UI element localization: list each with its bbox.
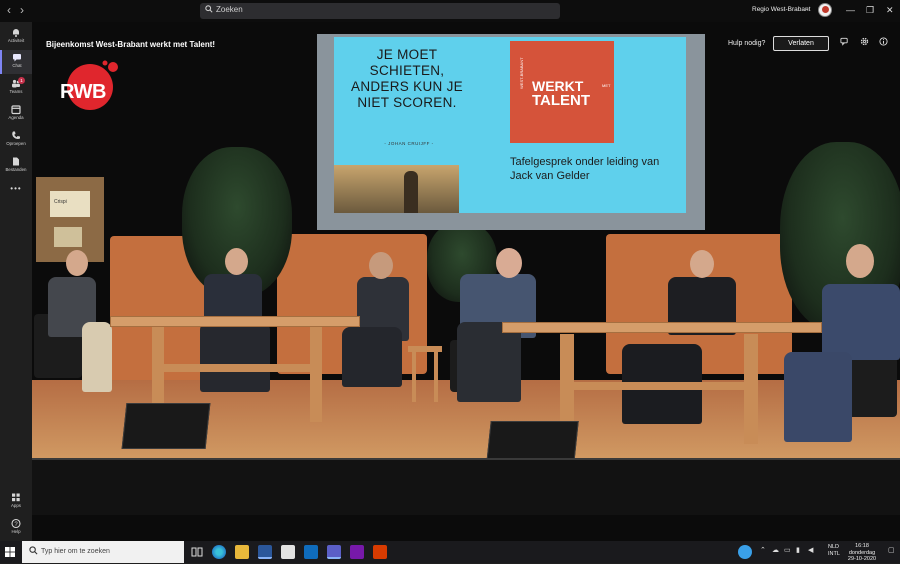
store-icon[interactable]: [281, 545, 295, 559]
gear-icon[interactable]: [860, 37, 869, 46]
info-icon[interactable]: [879, 37, 888, 46]
stage-front: [32, 458, 900, 515]
search-icon: [205, 5, 213, 13]
back-arrow-icon[interactable]: ‹: [7, 3, 11, 17]
rail-label: Chat: [12, 63, 22, 68]
poster-text: Crispi: [54, 199, 67, 205]
search-input[interactable]: Zoeken: [200, 3, 560, 19]
poster: Crispi: [36, 177, 104, 262]
close-button[interactable]: ✕: [886, 5, 894, 15]
brand-small-text: WEST-BRABANT: [519, 57, 524, 89]
slide-author: - JOHAN CRUIJFF -: [384, 141, 434, 146]
brand-line2: TALENT: [532, 92, 591, 109]
slide-quote: JE MOET SCHIETEN, ANDERS KUN JE NIET SCO…: [351, 47, 463, 110]
office-icon[interactable]: [373, 545, 387, 559]
file-explorer-icon[interactable]: [235, 545, 249, 559]
help-icon: ?: [11, 518, 21, 529]
rail-item-help[interactable]: ? Help: [0, 516, 32, 540]
rail-label: Activiteit: [7, 38, 25, 43]
tray-chevron-icon[interactable]: ⌃: [760, 546, 766, 556]
brand-logo: WEST-BRABANT WERKT TALENT MET: [510, 41, 614, 143]
system-clock[interactable]: 16:18 donderdag 29-10-2020: [842, 543, 882, 563]
outlook-icon[interactable]: [304, 545, 318, 559]
notification-center-icon[interactable]: ▢: [888, 546, 895, 556]
leave-button[interactable]: Verlaten: [773, 36, 829, 51]
chat-icon: [13, 54, 21, 62]
word-icon[interactable]: [258, 545, 272, 559]
file-icon: [13, 157, 19, 166]
rail-item-files[interactable]: Bestanden: [0, 154, 32, 178]
apps-icon: [12, 493, 20, 502]
brand-side-text: MET: [602, 83, 611, 88]
slide-photo: [334, 165, 459, 213]
onenote-icon[interactable]: [350, 545, 364, 559]
clock-date: 29-10-2020: [847, 556, 877, 562]
meeting-video: Crispi JE MOET SCHIETEN, ANDERS KUN JE N…: [32, 22, 900, 541]
windows-taskbar: Typ hier om te zoeken ⌃ ☁ ▭ ▮ ◀ NLD INTL…: [0, 541, 900, 563]
slide-subtitle: Tafelgesprek onder leiding van Jack van …: [510, 156, 660, 182]
lang-layout: INTL: [828, 551, 840, 557]
bell-icon: [13, 29, 19, 37]
task-view-icon[interactable]: [190, 545, 204, 559]
search-placeholder: Zoeken: [216, 5, 243, 14]
notification-badge: 1: [18, 77, 25, 84]
network-icon[interactable]: ▭: [784, 546, 791, 556]
rail-label: Help: [11, 529, 21, 534]
calendar-icon: [11, 105, 21, 115]
chevron-down-icon[interactable]: ⌄: [804, 4, 810, 12]
rail-item-calls[interactable]: Oproepen: [0, 128, 32, 152]
phone-icon: [12, 131, 20, 139]
table-right: [502, 322, 822, 333]
title-bar: ‹ › Zoeken Regio West-Brabant ⌄ — ❐ ✕: [0, 0, 900, 22]
rwb-logo-text: RWB: [60, 81, 106, 103]
more-icon: •••: [10, 184, 22, 193]
table-rail: [152, 364, 322, 372]
forward-arrow-icon[interactable]: ›: [20, 3, 24, 17]
rail-label: Teams: [9, 89, 23, 94]
volume-icon[interactable]: ◀: [808, 546, 813, 556]
rail-item-activity[interactable]: Activiteit: [0, 25, 32, 49]
edge-icon[interactable]: [212, 545, 226, 559]
rail-label: Agenda: [8, 115, 24, 120]
table-rail: [560, 382, 758, 390]
windows-start-icon[interactable]: [5, 547, 15, 557]
rail-item-calendar[interactable]: Agenda: [0, 102, 32, 126]
avatar[interactable]: [818, 3, 832, 17]
org-switcher[interactable]: Regio West-Brabant: [752, 6, 810, 13]
help-link[interactable]: Hulp nodig?: [728, 40, 765, 47]
cloud-icon[interactable]: ☁: [772, 546, 779, 556]
rail-item-more[interactable]: •••: [0, 182, 32, 206]
rail-item-apps[interactable]: Apps: [0, 490, 32, 514]
taskbar-search-input[interactable]: Typ hier om te zoeken: [22, 541, 184, 563]
language-indicator[interactable]: NLD INTL: [828, 544, 840, 558]
maximize-button[interactable]: ❐: [866, 5, 874, 15]
rail-label: Apps: [10, 503, 21, 508]
rail-item-teams[interactable]: Teams 1: [0, 76, 32, 100]
rail-label: Bestanden: [5, 167, 27, 172]
help-icon[interactable]: [738, 545, 752, 559]
table-left: [110, 316, 360, 327]
rail-label: Oproepen: [6, 141, 26, 146]
projection-screen: JE MOET SCHIETEN, ANDERS KUN JE NIET SCO…: [334, 37, 686, 213]
lang-code: NLD: [828, 544, 840, 550]
stage-monitor-speaker: [121, 403, 211, 449]
meeting-title: Bijeenkomst West-Brabant werkt met Talen…: [46, 40, 216, 49]
side-table-leg: [412, 352, 416, 402]
search-icon: [29, 546, 38, 555]
battery-icon[interactable]: ▮: [796, 546, 800, 556]
chat-icon[interactable]: [840, 37, 849, 46]
teams-icon[interactable]: [327, 545, 341, 559]
taskbar-search-placeholder: Typ hier om te zoeken: [41, 548, 110, 555]
app-rail: Activiteit Chat Teams 1 Agenda Oproepen …: [0, 22, 32, 541]
brand-line1: WERKT: [532, 78, 584, 94]
side-table-leg: [434, 352, 438, 402]
rail-item-chat[interactable]: Chat: [0, 50, 32, 74]
table-leg: [310, 327, 322, 422]
minimize-button[interactable]: —: [846, 5, 855, 15]
